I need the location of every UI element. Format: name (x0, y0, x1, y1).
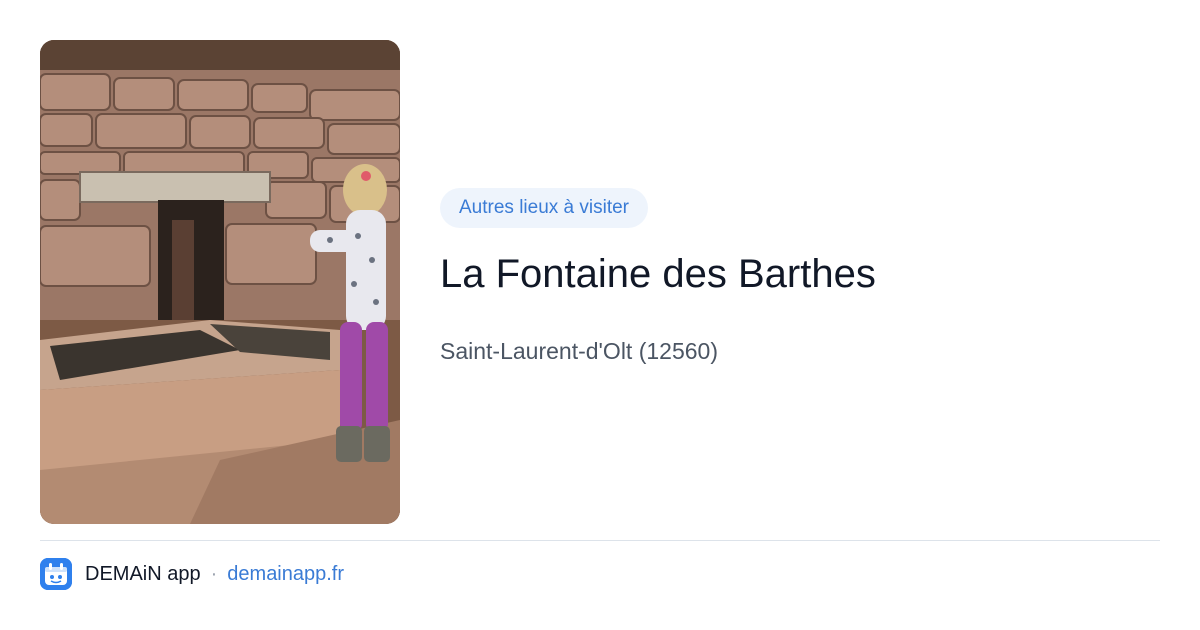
page-title: La Fontaine des Barthes (440, 252, 876, 296)
footer: DEMAiN app · demainapp.fr (40, 558, 344, 590)
fountain-photo-image (40, 40, 400, 524)
place-info: Autres lieux à visiter La Fontaine des B… (440, 188, 1160, 366)
footer-separator: · (210, 562, 218, 585)
place-location: Saint-Laurent-d'Olt (12560) (440, 338, 718, 364)
footer-divider (40, 540, 1160, 541)
share-card: Autres lieux à visiter La Fontaine des B… (0, 0, 1200, 630)
place-photo (40, 40, 400, 524)
category-badge[interactable]: Autres lieux à visiter (440, 188, 649, 228)
domain-link[interactable]: demainapp.fr (227, 563, 344, 586)
app-name: DEMAiN app (85, 562, 201, 585)
app-logo-icon (40, 558, 72, 590)
